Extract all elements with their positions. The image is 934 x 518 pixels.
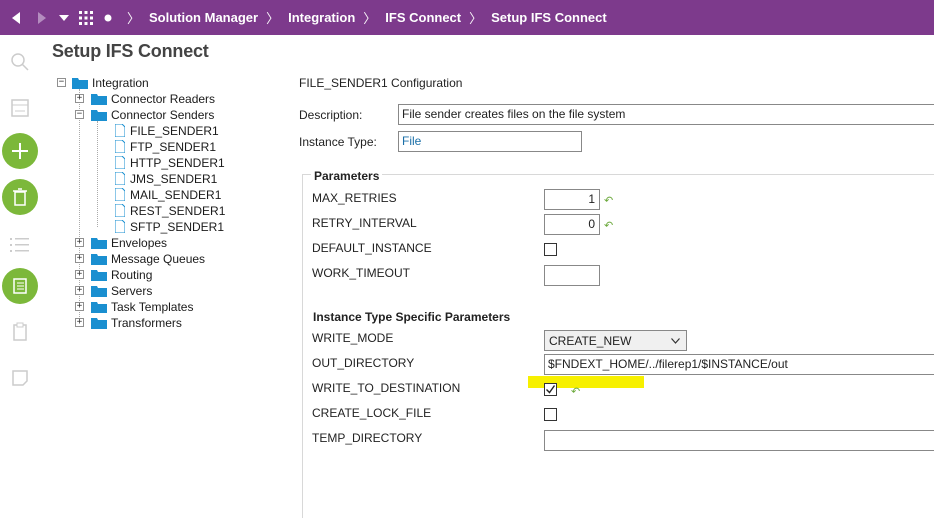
retry-interval-field[interactable]: 0 (544, 214, 600, 235)
instance-type-label: Instance Type: (299, 135, 377, 149)
write-to-destination-checkbox[interactable] (544, 383, 557, 396)
folder-icon (91, 286, 107, 297)
home-dot-icon[interactable] (99, 0, 117, 35)
breadcrumb-label: Solution Manager (149, 10, 259, 25)
expand-icon[interactable]: + (75, 270, 84, 279)
document-icon (115, 172, 125, 185)
back-icon[interactable] (3, 0, 29, 35)
expand-icon[interactable]: + (75, 318, 84, 327)
configuration-title: FILE_SENDER1 Configuration (299, 76, 463, 90)
search-icon[interactable] (3, 45, 37, 79)
folder-icon (91, 238, 107, 249)
tree-item-file-sender1[interactable]: FILE_SENDER1 (130, 124, 219, 138)
write-mode-select[interactable]: CREATE_NEW (544, 330, 687, 351)
instance-type-field[interactable]: File (398, 131, 582, 152)
expand-icon[interactable]: + (75, 286, 84, 295)
default-instance-checkbox[interactable] (544, 243, 557, 256)
document-icon (115, 156, 125, 169)
tree-item-task-templates[interactable]: Task Templates (111, 300, 193, 314)
document-icon (115, 204, 125, 217)
folder-icon (91, 110, 107, 121)
write-mode-label: WRITE_MODE (312, 331, 394, 345)
work-timeout-field[interactable] (544, 265, 600, 286)
breadcrumb-item[interactable]: 〉 Integration (258, 8, 355, 27)
breadcrumb-item[interactable]: 〉 IFS Connect (355, 8, 461, 27)
expand-icon[interactable]: + (75, 254, 84, 263)
tree-item-transformers[interactable]: Transformers (111, 316, 182, 330)
folder-icon (91, 94, 107, 105)
form-view-icon[interactable] (3, 91, 37, 125)
tree-item-http-sender1[interactable]: HTTP_SENDER1 (130, 156, 225, 170)
max-retries-field[interactable]: 1 (544, 189, 600, 210)
tree-root-label[interactable]: Integration (92, 76, 149, 90)
breadcrumb: 〉 Solution Manager 〉 Integration 〉 IFS Conn… (119, 8, 607, 27)
description-label: Description: (299, 108, 363, 122)
retry-interval-label: RETRY_INTERVAL (312, 216, 417, 230)
expand-icon[interactable]: + (75, 302, 84, 311)
checkmark-icon (546, 385, 556, 394)
undo-icon[interactable]: ↶ (604, 219, 613, 232)
write-mode-value: CREATE_NEW (549, 334, 632, 348)
collapse-icon[interactable]: − (75, 110, 84, 119)
tree-item-rest-sender1[interactable]: REST_SENDER1 (130, 204, 225, 218)
tree-item-connector-senders[interactable]: Connector Senders (111, 108, 214, 122)
tree-item-sftp-sender1[interactable]: SFTP_SENDER1 (130, 220, 224, 234)
top-navigation-bar: 〉 Solution Manager 〉 Integration 〉 IFS Conn… (0, 0, 934, 35)
create-lock-file-checkbox[interactable] (544, 408, 557, 421)
tree-item-mail-sender1[interactable]: MAIL_SENDER1 (130, 188, 221, 202)
document-icon (115, 220, 125, 233)
folder-icon (91, 254, 107, 265)
max-retries-label: MAX_RETRIES (312, 191, 397, 205)
tree-item-jms-sender1[interactable]: JMS_SENDER1 (130, 172, 217, 186)
delete-button[interactable] (2, 179, 38, 215)
breadcrumb-item[interactable]: 〉 Setup IFS Connect (461, 8, 607, 27)
description-field[interactable]: File sender creates files on the file sy… (398, 104, 934, 125)
tree-item-ftp-sender1[interactable]: FTP_SENDER1 (130, 140, 216, 154)
tree-item-envelopes[interactable]: Envelopes (111, 236, 167, 250)
tree-item-connector-readers[interactable]: Connector Readers (111, 92, 215, 106)
page-title: Setup IFS Connect (52, 41, 209, 61)
work-timeout-label: WORK_TIMEOUT (312, 266, 410, 280)
out-directory-field[interactable]: $FNDEXT_HOME/../filerep1/$INSTANCE/out (544, 354, 934, 375)
dropdown-arrow-icon[interactable] (55, 0, 73, 35)
breadcrumb-item[interactable]: 〉 Solution Manager (119, 8, 258, 27)
temp-directory-field[interactable] (544, 430, 934, 451)
forward-icon[interactable] (29, 0, 55, 35)
document-icon (115, 188, 125, 201)
collapse-icon[interactable]: − (57, 78, 66, 87)
default-instance-label: DEFAULT_INSTANCE (312, 241, 432, 255)
document-icon (115, 140, 125, 153)
tree-item-servers[interactable]: Servers (111, 284, 152, 298)
expand-icon[interactable]: + (75, 238, 84, 247)
folder-icon (91, 302, 107, 313)
list-view-icon[interactable] (3, 228, 37, 262)
tree-item-message-queues[interactable]: Message Queues (111, 252, 205, 266)
clipboard-icon[interactable] (3, 315, 37, 349)
breadcrumb-label: Setup IFS Connect (491, 10, 607, 25)
new-button[interactable] (2, 133, 38, 169)
undo-icon[interactable]: ↶ (604, 194, 613, 207)
chevron-down-icon (671, 338, 680, 344)
folder-icon (91, 270, 107, 281)
expand-icon[interactable]: + (75, 94, 84, 103)
breadcrumb-label: IFS Connect (385, 10, 462, 25)
specific-parameters-title: Instance Type Specific Parameters (310, 310, 514, 324)
folder-icon (91, 318, 107, 329)
details-button[interactable] (2, 268, 38, 304)
tree-connector (97, 121, 98, 227)
create-lock-file-label: CREATE_LOCK_FILE (312, 406, 432, 420)
tree-item-routing[interactable]: Routing (111, 268, 152, 282)
app-grid-icon[interactable] (73, 0, 99, 35)
out-directory-label: OUT_DIRECTORY (312, 356, 415, 370)
undo-icon[interactable]: ↶ (571, 385, 580, 398)
folder-icon (72, 78, 88, 89)
note-icon[interactable] (3, 361, 37, 395)
breadcrumb-label: Integration (288, 10, 356, 25)
parameters-title: Parameters (311, 169, 383, 183)
left-toolbar (0, 35, 40, 518)
write-to-destination-label: WRITE_TO_DESTINATION (312, 381, 461, 395)
document-icon (115, 124, 125, 137)
temp-directory-label: TEMP_DIRECTORY (312, 431, 423, 445)
